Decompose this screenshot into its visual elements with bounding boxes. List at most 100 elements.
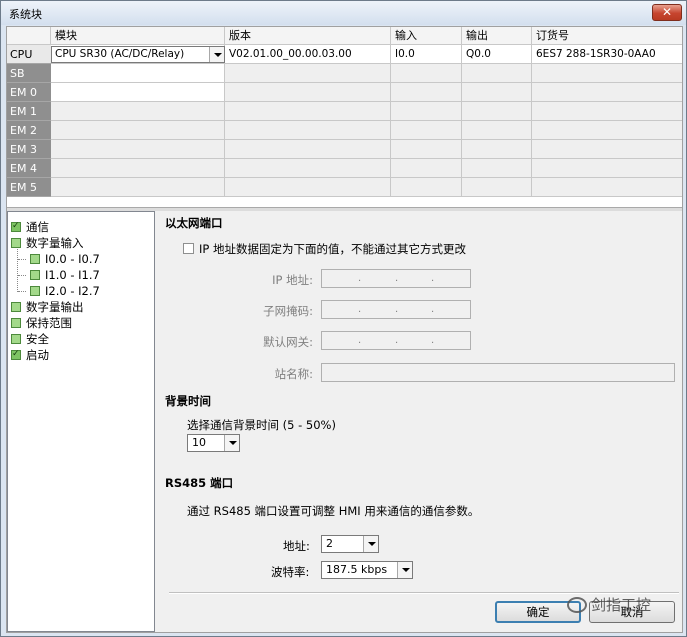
tree-item-startup[interactable]: 启动 (11, 347, 49, 363)
baud-rate-select[interactable]: 187.5 kbps (321, 561, 413, 579)
module-cell[interactable] (51, 140, 225, 159)
module-cell[interactable] (51, 102, 225, 121)
row-label: CPU (7, 45, 51, 64)
tree-item-label: 数字量输入 (26, 236, 84, 250)
table-row: CPU CPU SR30 (AC/DC/Relay) V02.01.00_00.… (7, 45, 682, 64)
tree-connector (18, 259, 26, 260)
fixed-ip-label: IP 地址数据固定为下面的值，不能通过其它方式更改 (199, 242, 466, 256)
tree-item-communication[interactable]: 通信 (11, 219, 49, 235)
input-cell (391, 121, 462, 140)
row-label: EM 0 (7, 83, 51, 102)
background-time-select[interactable]: 10 (187, 434, 240, 452)
ethernet-heading: 以太网端口 (165, 216, 223, 230)
tree-item-label: 数字量输出 (26, 300, 84, 314)
status-icon (11, 302, 21, 312)
title-bar[interactable]: 系统块 ✕ (1, 1, 686, 25)
tree-item-i0[interactable]: I0.0 - I0.7 (30, 252, 100, 267)
table-row: EM 5 (7, 178, 682, 197)
output-cell (462, 178, 532, 197)
grid-header: 模块 版本 输入 输出 订货号 (7, 27, 682, 45)
rs485-heading: RS485 端口 (165, 476, 234, 490)
background-time-value: 10 (192, 436, 206, 449)
header-input: 输入 (391, 27, 462, 45)
ip-dot: . (358, 335, 362, 346)
row-label: EM 5 (7, 178, 51, 197)
output-cell (462, 83, 532, 102)
tree-item-security[interactable]: 安全 (11, 332, 49, 347)
address-select[interactable]: 2 (321, 535, 379, 553)
baud-rate-label: 波特率: (271, 565, 310, 579)
tree-item-i1[interactable]: I1.0 - I1.7 (30, 268, 100, 283)
check-icon (11, 347, 21, 362)
tree-item-label: I1.0 - I1.7 (45, 268, 100, 282)
module-cell[interactable] (51, 83, 225, 102)
tree-item-label: I2.0 - I2.7 (45, 284, 100, 298)
ip-dot: . (431, 304, 435, 315)
close-icon: ✕ (661, 5, 673, 19)
ip-address-field[interactable]: . . . (321, 269, 471, 288)
version-cell (225, 140, 391, 159)
output-cell (462, 121, 532, 140)
chevron-down-icon[interactable] (397, 562, 412, 578)
ip-dot: . (431, 273, 435, 284)
row-label: EM 3 (7, 140, 51, 159)
input-cell (391, 140, 462, 159)
module-cell[interactable] (51, 178, 225, 197)
status-icon (30, 270, 40, 280)
input-cell (391, 83, 462, 102)
tree-item-digital-output[interactable]: 数字量输出 (11, 300, 84, 315)
input-cell (391, 102, 462, 121)
module-select-value: CPU SR30 (AC/DC/Relay) (55, 48, 185, 60)
chevron-down-icon[interactable] (209, 47, 224, 62)
version-cell (225, 121, 391, 140)
settings-tree: 通信 数字量输入 I0.0 - I0.7 I1.0 - I1.7 I2.0 - … (7, 211, 155, 632)
table-row: EM 4 (7, 159, 682, 178)
ip-dot: . (431, 335, 435, 346)
tree-item-label: 安全 (26, 332, 49, 346)
header-order-number: 订货号 (536, 29, 569, 42)
ip-dot: . (395, 335, 399, 346)
wechat-icon (567, 597, 587, 613)
module-select[interactable]: CPU SR30 (AC/DC/Relay) (51, 46, 225, 63)
input-cell[interactable]: I0.0 (391, 45, 462, 64)
baud-rate-value: 187.5 kbps (326, 563, 388, 576)
ip-dot: . (395, 304, 399, 315)
subnet-mask-label: 子网掩码: (263, 304, 313, 318)
station-name-field[interactable] (321, 363, 675, 382)
tree-connector (17, 246, 18, 292)
subnet-mask-field[interactable]: . . . (321, 300, 471, 319)
row-label: SB (7, 64, 51, 83)
order-cell[interactable]: 6ES7 288-1SR30-0AA0 (532, 45, 682, 64)
output-cell (462, 140, 532, 159)
tree-item-retentive[interactable]: 保持范围 (11, 316, 72, 331)
rs485-description: 通过 RS485 端口设置可调整 HMI 用来通信的通信参数。 (187, 504, 480, 518)
table-row: EM 0 (7, 83, 682, 102)
watermark-text: 剑指工控 (591, 596, 652, 614)
fixed-ip-checkbox[interactable] (183, 243, 194, 254)
module-cell[interactable] (51, 64, 225, 83)
header-corner (7, 27, 51, 45)
module-cell[interactable] (51, 121, 225, 140)
output-cell[interactable]: Q0.0 (462, 45, 532, 64)
close-button[interactable]: ✕ (652, 4, 682, 21)
chevron-down-icon[interactable] (363, 536, 378, 552)
version-cell (225, 159, 391, 178)
tree-connector (18, 291, 26, 292)
tree-item-i2[interactable]: I2.0 - I2.7 (30, 284, 100, 299)
row-label: EM 4 (7, 159, 51, 178)
order-cell (532, 83, 682, 102)
tree-item-digital-input[interactable]: 数字量输入 (11, 236, 84, 251)
ip-dot: . (358, 304, 362, 315)
fixed-ip-checkbox-row[interactable]: IP 地址数据固定为下面的值，不能通过其它方式更改 (183, 241, 466, 257)
table-row: SB (7, 64, 682, 83)
output-cell (462, 102, 532, 121)
dialog-client: 模块 版本 输入 输出 订货号 CPU CPU SR30 (AC/DC/Rela… (6, 26, 683, 633)
module-cell[interactable] (51, 159, 225, 178)
tree-item-label: I0.0 - I0.7 (45, 252, 100, 266)
header-module: 模块 (51, 27, 225, 45)
chevron-down-icon[interactable] (224, 435, 239, 451)
version-cell[interactable]: V02.01.00_00.00.03.00 (225, 45, 391, 64)
check-icon (11, 219, 21, 234)
gateway-field[interactable]: . . . (321, 331, 471, 350)
tree-item-label: 通信 (26, 220, 49, 234)
